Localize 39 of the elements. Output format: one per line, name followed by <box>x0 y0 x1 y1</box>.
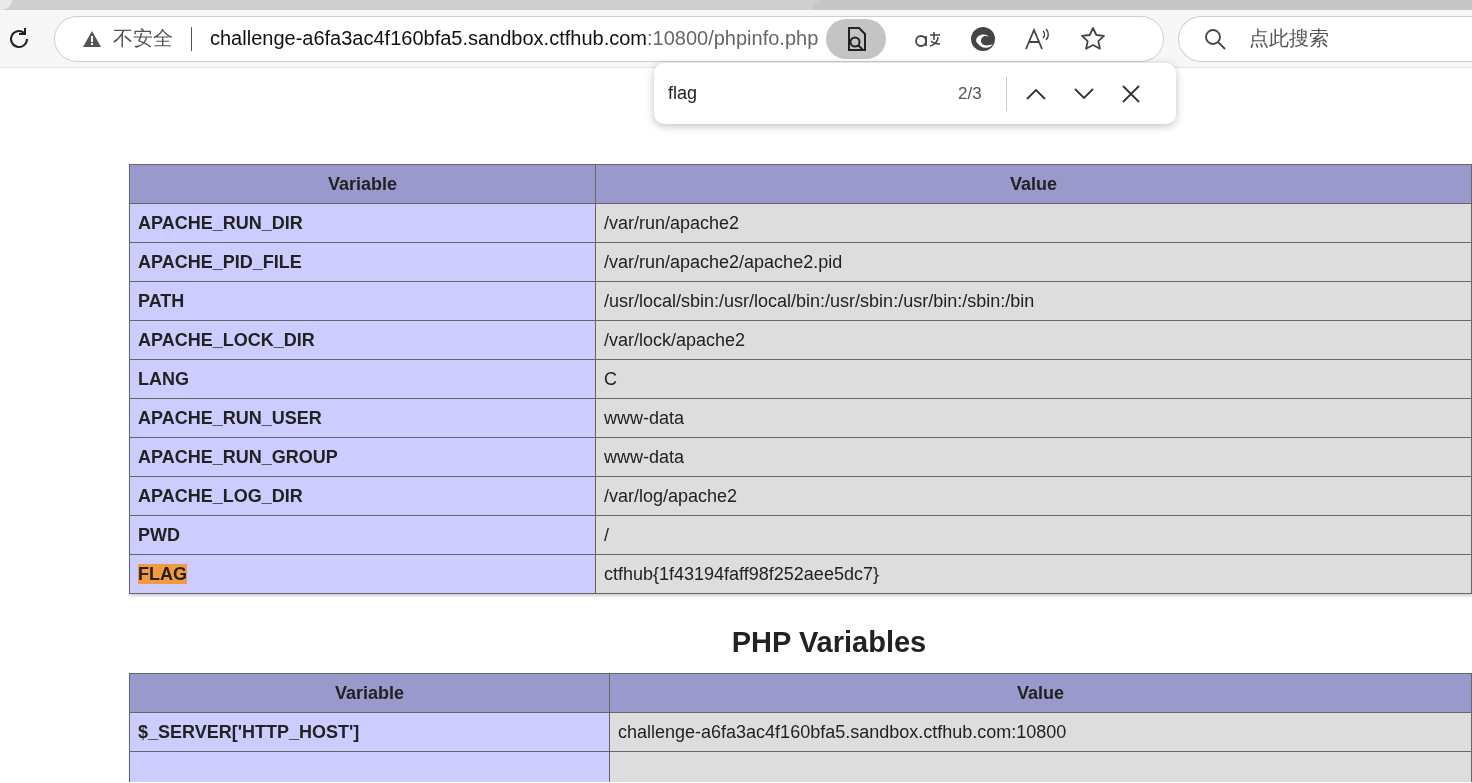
table-cell: challenge-a6fa3ac4f160bfa5.sandbox.ctfhub.com:10800 <box>609 712 1472 752</box>
table-cell: C <box>595 359 1472 399</box>
table-cell: PATH <box>138 290 185 311</box>
table-cell: www-data <box>595 398 1472 438</box>
security-label: 不安全 <box>113 26 173 51</box>
column-header: Value <box>609 673 1472 713</box>
section-heading: PHP Variables <box>730 626 928 659</box>
match-count: 2/3 <box>958 83 982 104</box>
warning-icon <box>83 30 101 47</box>
star-icon[interactable] <box>1080 25 1107 52</box>
close-icon[interactable] <box>1120 83 1141 104</box>
table-cell: / <box>595 515 1472 555</box>
table-cell: LANG <box>138 368 189 389</box>
table-cell: ctfhub{1f43194faff98f252aee5dc7} <box>595 554 1472 594</box>
table-cell: /var/log/apache2 <box>595 476 1472 516</box>
chevron-down-icon[interactable] <box>1072 86 1095 101</box>
table-cell: www-data <box>595 437 1472 477</box>
table-cell: /var/lock/apache2 <box>595 320 1472 360</box>
table-cell: APACHE_PID_FILE <box>138 251 302 272</box>
address-bar[interactable]: 不安全 challenge-a6fa3ac4f160bfa5.sandbox.ctfhub.com:10800/phpinfo.php <box>54 15 1164 62</box>
table-cell: /usr/local/sbin:/usr/local/bin:/usr/sbin:/usr/bin:/sbin:/bin <box>595 281 1472 321</box>
swirl-icon[interactable] <box>970 25 997 52</box>
table-cell: PWD <box>138 524 180 545</box>
table-cell: /var/run/apache2 <box>595 203 1472 243</box>
table-cell: $_SERVER['HTTP_HOST'] <box>138 721 360 742</box>
chevron-up-icon[interactable] <box>1024 86 1047 101</box>
column-header: Value <box>595 164 1472 204</box>
search-field[interactable]: 点此搜索 <box>1178 15 1472 62</box>
table-cell: /var/run/apache2/apache2.pid <box>595 242 1472 282</box>
table-cell: APACHE_RUN_DIR <box>138 212 303 233</box>
table-cell: FLAG <box>138 563 187 584</box>
table-cell: APACHE_LOG_DIR <box>138 485 303 506</box>
find-page-button[interactable] <box>826 18 887 59</box>
column-header: Variable <box>129 164 596 204</box>
url-text: challenge-a6fa3ac4f160bfa5.sandbox.ctfhub.com:10800/phpinfo.php <box>210 27 819 50</box>
table-cell: APACHE_RUN_USER <box>138 407 322 428</box>
column-header: Variable <box>129 673 610 713</box>
table-cell: APACHE_LOCK_DIR <box>138 329 315 350</box>
table-cell: APACHE_RUN_GROUP <box>138 446 338 467</box>
